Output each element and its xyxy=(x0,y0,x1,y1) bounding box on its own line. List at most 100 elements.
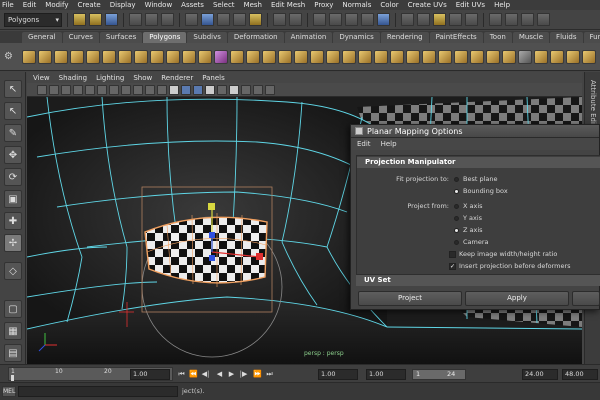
tab-fluids[interactable]: Fluids xyxy=(550,32,583,43)
project-y-axis-radio[interactable]: Y axis xyxy=(454,214,482,222)
tab-rendering[interactable]: Rendering xyxy=(380,32,429,43)
menu-set-select[interactable]: Polygons ▾ xyxy=(4,12,62,27)
wireframe-icon[interactable] xyxy=(169,84,179,95)
single-perspective-layout-icon[interactable]: ▢ xyxy=(4,300,22,318)
scale-tool-icon[interactable]: ▣ xyxy=(4,190,22,208)
render-view-icon[interactable] xyxy=(417,13,430,26)
safe-action-icon[interactable] xyxy=(145,84,155,95)
dialog-menu-help[interactable]: Help xyxy=(381,140,397,148)
menu-help[interactable]: Help xyxy=(494,0,510,10)
select-hierarchy-icon[interactable] xyxy=(129,13,142,26)
select-camera-icon[interactable] xyxy=(37,84,47,95)
tab-painteffects[interactable]: PaintEffects xyxy=(429,32,483,43)
range-end-field[interactable]: 24.00 xyxy=(522,369,558,380)
menu-assets[interactable]: Assets xyxy=(181,0,204,10)
field-chart-icon[interactable] xyxy=(133,84,143,95)
close-button[interactable] xyxy=(572,291,600,306)
toggle-tool-settings-icon[interactable] xyxy=(521,13,534,26)
select-uv-icon[interactable] xyxy=(233,13,246,26)
universal-manipulator-icon[interactable]: ✚ xyxy=(4,212,22,230)
save-scene-icon[interactable] xyxy=(105,13,118,26)
poly-insert-loop-icon[interactable] xyxy=(438,49,452,64)
uv-set-header[interactable]: UV Set xyxy=(356,275,600,286)
menu-mesh[interactable]: Mesh xyxy=(244,0,262,10)
menu-edit-uvs[interactable]: Edit UVs xyxy=(456,0,485,10)
smooth-shade-icon[interactable] xyxy=(181,84,191,95)
fit-bounding-box-radio[interactable]: Bounding box xyxy=(454,187,508,195)
selected-faces-checker[interactable] xyxy=(144,216,268,284)
poly-pyramid-icon[interactable] xyxy=(134,49,148,64)
poly-pipe-icon[interactable] xyxy=(150,49,164,64)
snap-grid-icon[interactable] xyxy=(313,13,326,26)
poly-plane-icon[interactable] xyxy=(86,49,100,64)
play-backwards-icon[interactable]: ◀ xyxy=(215,370,224,379)
xray-icon[interactable] xyxy=(241,84,251,95)
lock-selection-icon[interactable] xyxy=(273,13,286,26)
poly-split-icon[interactable] xyxy=(422,49,436,64)
select-edge-icon[interactable] xyxy=(201,13,214,26)
poly-cone-icon[interactable] xyxy=(70,49,84,64)
panel-menu-renderer[interactable]: Renderer xyxy=(161,74,193,82)
playback-end-field[interactable]: 48.00 xyxy=(562,369,598,380)
project-button[interactable]: Project xyxy=(358,291,462,306)
menu-window[interactable]: Window xyxy=(145,0,173,10)
snap-surface-icon[interactable] xyxy=(377,13,390,26)
keep-ratio-checkbox[interactable]: Keep image width/height ratio xyxy=(449,250,557,258)
current-time-field[interactable]: 1.00 xyxy=(130,369,170,380)
poly-collapse-icon[interactable] xyxy=(502,49,516,64)
safe-title-icon[interactable] xyxy=(157,84,167,95)
poly-booleans-icon[interactable] xyxy=(262,49,276,64)
range-slider-bar[interactable]: 1 24 xyxy=(412,369,466,380)
poly-torus-icon[interactable] xyxy=(102,49,116,64)
poly-platonic-icon[interactable] xyxy=(198,49,212,64)
tab-fur[interactable]: Fur xyxy=(583,32,600,43)
xray-joints-icon[interactable] xyxy=(253,84,263,95)
poly-poke-icon[interactable] xyxy=(566,49,580,64)
select-object-icon[interactable] xyxy=(145,13,158,26)
poly-extrude-icon[interactable] xyxy=(374,49,388,64)
tab-animation[interactable]: Animation xyxy=(284,32,333,43)
panel-menu-view[interactable]: View xyxy=(33,74,50,82)
panel-menu-shading[interactable]: Shading xyxy=(59,74,87,82)
panel-menu-lighting[interactable]: Lighting xyxy=(96,74,124,82)
gate-mask-icon[interactable] xyxy=(121,84,131,95)
insert-before-deformers-checkbox[interactable]: ✓ Insert projection before deformers xyxy=(449,262,571,270)
tab-curves[interactable]: Curves xyxy=(62,32,99,43)
poly-cube-icon[interactable] xyxy=(38,49,52,64)
menu-create[interactable]: Create xyxy=(77,0,100,10)
poly-append-icon[interactable] xyxy=(406,49,420,64)
poly-delete-edge-icon[interactable] xyxy=(518,49,532,64)
poly-sphere-icon[interactable] xyxy=(22,49,36,64)
panel-menu-panels[interactable]: Panels xyxy=(202,74,225,82)
poly-separate-icon[interactable] xyxy=(230,49,244,64)
tab-toon[interactable]: Toon xyxy=(483,32,512,43)
menu-create-uvs[interactable]: Create UVs xyxy=(408,0,447,10)
tab-subdivs[interactable]: Subdivs xyxy=(187,32,227,43)
tab-dynamics[interactable]: Dynamics xyxy=(333,32,380,43)
select-face-icon[interactable] xyxy=(217,13,230,26)
poly-sculpt-icon[interactable] xyxy=(582,49,596,64)
outliner-layout-icon[interactable]: ▤ xyxy=(4,344,22,362)
tab-muscle[interactable]: Muscle xyxy=(512,32,550,43)
step-forward-icon[interactable]: ⏩ xyxy=(253,370,262,379)
project-camera-radio[interactable]: Camera xyxy=(454,238,489,246)
poly-mirror-icon[interactable] xyxy=(310,49,324,64)
snap-curve-icon[interactable] xyxy=(329,13,342,26)
poly-bevel-icon[interactable] xyxy=(470,49,484,64)
tab-general[interactable]: General xyxy=(22,32,62,43)
go-to-start-icon[interactable]: ⏮ xyxy=(177,370,186,379)
highlight-selection-icon[interactable] xyxy=(289,13,302,26)
select-vertex-icon[interactable] xyxy=(185,13,198,26)
tab-deformation[interactable]: Deformation xyxy=(227,32,284,43)
go-to-end-icon[interactable]: ⏭ xyxy=(265,370,274,379)
playback-start-field[interactable]: 1.00 xyxy=(318,369,358,380)
paint-select-tool-icon[interactable]: ✎ xyxy=(4,124,22,142)
menu-modify[interactable]: Modify xyxy=(45,0,68,10)
range-start-field[interactable]: 1.00 xyxy=(366,369,406,380)
camera-attributes-icon[interactable] xyxy=(49,84,59,95)
move-tool-icon[interactable]: ✥ xyxy=(4,146,22,164)
render-frame-icon[interactable] xyxy=(433,13,446,26)
poly-offset-loop-icon[interactable] xyxy=(454,49,468,64)
poly-wedge-icon[interactable] xyxy=(534,49,548,64)
use-all-lights-icon[interactable] xyxy=(217,84,227,95)
